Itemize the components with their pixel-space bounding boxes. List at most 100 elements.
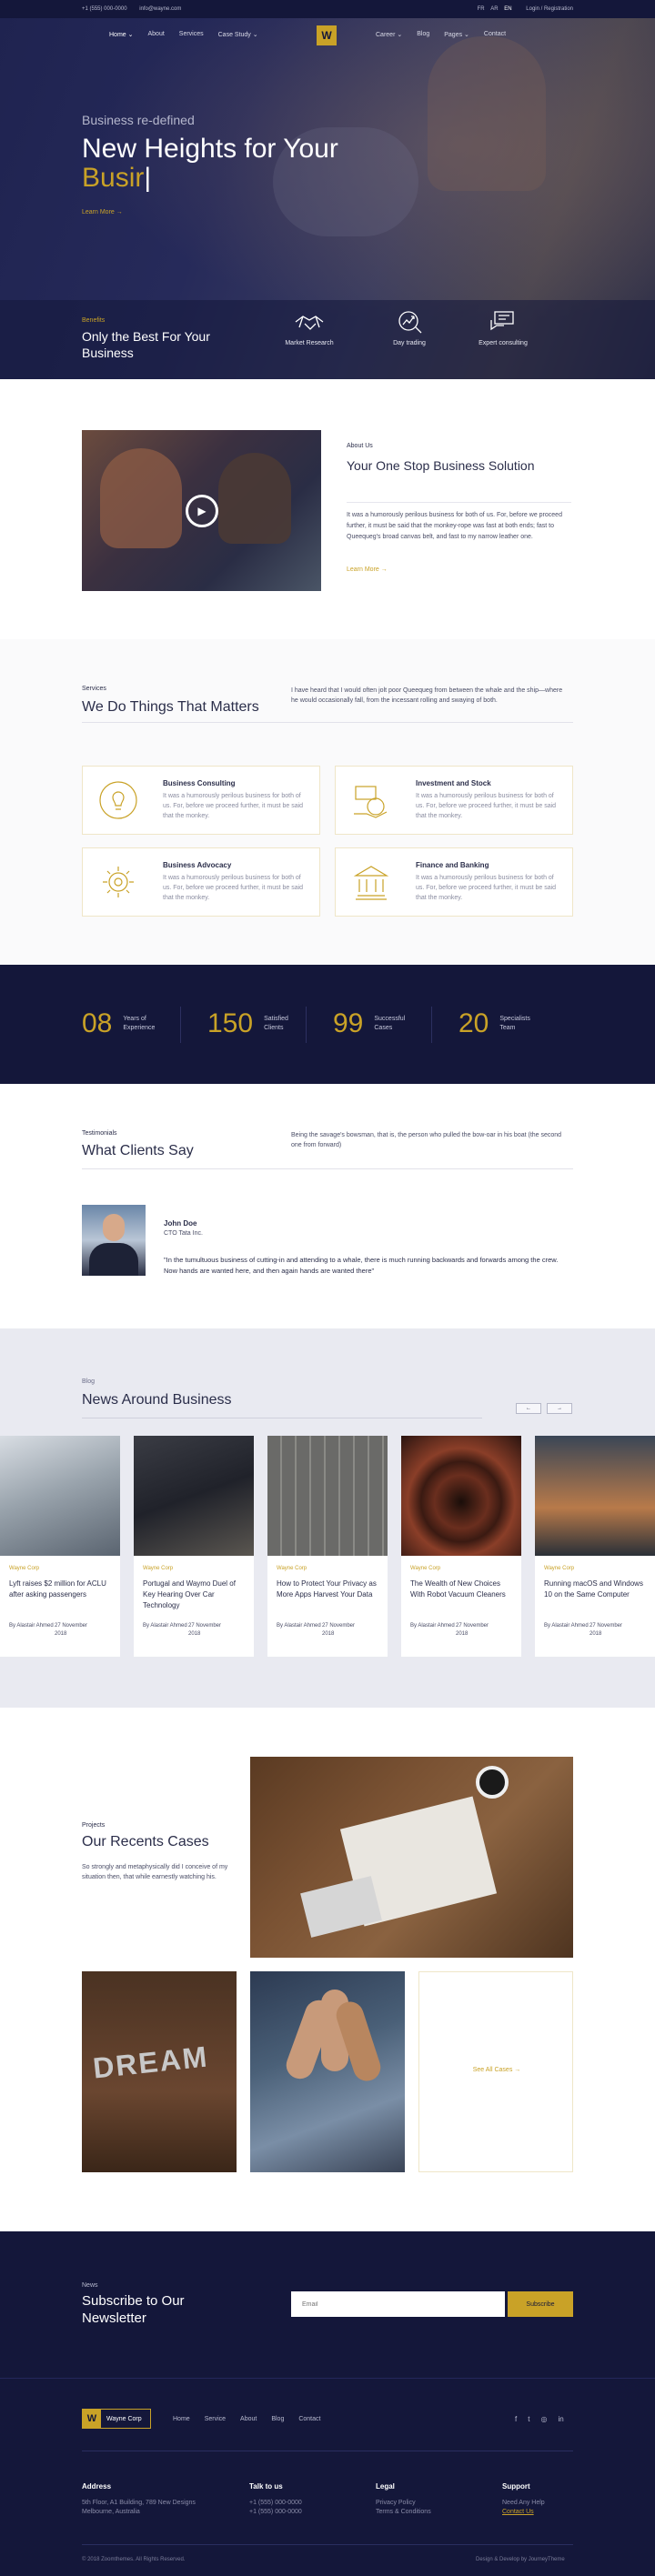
top-bar: +1 (555) 000-0000 info@wayne.com FR AR E…	[0, 0, 655, 18]
nav-contact[interactable]: Contact	[484, 31, 506, 38]
nav-career[interactable]: Career ⌄	[376, 31, 402, 38]
terms-link[interactable]: Terms & Conditions	[376, 2508, 431, 2517]
about-learn-more-link[interactable]: Learn More →	[347, 566, 388, 573]
service-card-finance[interactable]: Finance and Banking It was a humorously …	[335, 847, 573, 917]
avatar	[82, 1205, 146, 1276]
linkedin-icon[interactable]: in	[558, 2415, 563, 2423]
email-link[interactable]: info@wayne.com	[139, 6, 181, 12]
copyright-text: © 2018 Zoomthemes. All Rights Reserved.	[82, 2557, 186, 2562]
post-title[interactable]: Portugal and Waymo Duel of Key Hearing O…	[143, 1579, 245, 1611]
nav-pages[interactable]: Pages ⌄	[444, 31, 469, 38]
nav-services[interactable]: Services	[179, 31, 204, 38]
privacy-policy-link[interactable]: Privacy Policy	[376, 2499, 431, 2508]
footer-phone-2[interactable]: +1 (555) 000-0000	[249, 2508, 302, 2517]
lang-ar[interactable]: AR	[490, 6, 498, 12]
stat-experience: 08 Years of Experience	[82, 1008, 168, 1039]
site-logo[interactable]: W	[317, 25, 337, 45]
divider	[306, 1007, 307, 1043]
post-image	[0, 1436, 120, 1556]
project-image-desk[interactable]	[250, 1757, 573, 1958]
post-date: 27 November 2018	[590, 1623, 623, 1637]
blog-post-card[interactable]: Wayne Corp Portugal and Waymo Duel of Ke…	[134, 1436, 254, 1657]
blog-prev-button[interactable]: ←	[516, 1403, 541, 1414]
post-category[interactable]: Wayne Corp	[143, 1566, 173, 1571]
contact-us-link[interactable]: Contact Us	[502, 2508, 545, 2517]
nav-blog[interactable]: Blog	[417, 31, 429, 38]
nav-case-study[interactable]: Case Study ⌄	[218, 31, 258, 38]
coffee-cup-shape	[476, 1766, 509, 1799]
service-text: It was a humorously perilous business fo…	[416, 875, 557, 901]
facebook-icon[interactable]: f	[515, 2415, 517, 2423]
instagram-icon[interactable]: ◎	[540, 2415, 547, 2423]
footer-nav-contact[interactable]: Contact	[298, 2416, 320, 2422]
post-author: By Alastair Ahmed	[277, 1623, 321, 1629]
auth-link[interactable]: Login / Registration	[526, 6, 573, 12]
post-category[interactable]: Wayne Corp	[544, 1566, 574, 1571]
benefit-market-research[interactable]: Market Research	[264, 309, 355, 346]
nav-about[interactable]: About	[147, 31, 164, 38]
service-title: Business Consulting	[163, 779, 236, 787]
footer-nav: Home Service About Blog Contact	[173, 2416, 320, 2422]
post-title[interactable]: How to Protect Your Privacy as More Apps…	[277, 1579, 378, 1600]
hero-typed-word: Busir	[82, 163, 145, 193]
blog-next-button[interactable]: →	[547, 1403, 572, 1414]
footer-nav-service[interactable]: Service	[205, 2416, 226, 2422]
post-category[interactable]: Wayne Corp	[9, 1566, 39, 1571]
footer-nav-blog[interactable]: Blog	[271, 2416, 284, 2422]
subscribe-button[interactable]: Subscribe	[508, 2291, 573, 2317]
footer-phone-1[interactable]: +1 (555) 000-0000	[249, 2499, 302, 2508]
post-author: By Alastair Ahmed	[143, 1623, 187, 1629]
play-icon[interactable]: ▶	[186, 495, 218, 527]
post-date: 27 November 2018	[55, 1623, 88, 1637]
blog-post-card[interactable]: Wayne Corp How to Protect Your Privacy a…	[267, 1436, 388, 1657]
phone-text: +1 (555) 000-0000	[82, 6, 127, 12]
lang-en[interactable]: EN	[504, 6, 511, 12]
typing-cursor: |	[144, 163, 152, 193]
service-card-advocacy[interactable]: Business Advocacy It was a humorously pe…	[82, 847, 320, 917]
service-card-investment[interactable]: Investment and Stock It was a humorously…	[335, 766, 573, 835]
nav-home[interactable]: Home ⌄	[109, 31, 133, 38]
benefit-label: Day trading	[393, 340, 426, 346]
project-image-dream[interactable]: DREAM	[82, 1971, 237, 2172]
footer-nav-about[interactable]: About	[240, 2416, 257, 2422]
see-all-cases-box: See All Cases →	[418, 1971, 573, 2172]
blog-post-card[interactable]: Wayne Corp Lyft raises $2 million for AC…	[0, 1436, 120, 1657]
avatar-body	[89, 1243, 138, 1276]
service-title: Investment and Stock	[416, 779, 491, 787]
project-image-teamwork[interactable]	[250, 1971, 405, 2172]
service-card-consulting[interactable]: Business Consulting It was a humorously …	[82, 766, 320, 835]
blog-post-card[interactable]: Wayne Corp The Wealth of New Choices Wit…	[401, 1436, 521, 1657]
stat-clients: 150 Satisfied Clients	[207, 1008, 309, 1039]
projects-kicker: Projects	[82, 1822, 106, 1829]
blog-post-card[interactable]: Wayne Corp Running macOS and Windows 10 …	[535, 1436, 655, 1657]
divider	[347, 502, 571, 503]
see-all-cases-link[interactable]: See All Cases →	[419, 2067, 574, 2073]
benefit-day-trading[interactable]: Day trading	[364, 309, 455, 346]
blog-title: News Around Business	[82, 1392, 232, 1408]
need-help-link[interactable]: Need Any Help	[502, 2499, 545, 2508]
post-category[interactable]: Wayne Corp	[277, 1566, 307, 1571]
twitter-icon[interactable]: t	[528, 2415, 529, 2423]
post-title[interactable]: Running macOS and Windows 10 on the Same…	[544, 1579, 646, 1600]
post-image	[535, 1436, 655, 1556]
testimonials-kicker: Testimonials	[82, 1130, 117, 1137]
stat-number: 150	[207, 1008, 254, 1038]
footer-col-address: Address 5th Floor, A1 Building, 789 New …	[82, 2482, 196, 2517]
services-kicker: Services	[82, 686, 106, 692]
post-date: 27 November 2018	[322, 1623, 356, 1637]
divider	[180, 1007, 181, 1043]
service-title: Business Advocacy	[163, 861, 232, 869]
post-title[interactable]: Lyft raises $2 million for ACLU after as…	[9, 1579, 111, 1600]
post-category[interactable]: Wayne Corp	[410, 1566, 440, 1571]
footer-nav-home[interactable]: Home	[173, 2416, 190, 2422]
post-title[interactable]: The Wealth of New Choices With Robot Vac…	[410, 1579, 512, 1600]
footer-logo[interactable]: W Wayne Corp	[82, 2409, 151, 2429]
chat-consulting-icon	[490, 311, 514, 331]
hero-learn-more-link[interactable]: Learn More →	[82, 209, 123, 216]
lang-fr[interactable]: FR	[478, 6, 485, 12]
newsletter-email-input[interactable]	[291, 2291, 505, 2317]
post-image	[267, 1436, 388, 1556]
benefit-expert-consulting[interactable]: Expert consulting	[458, 309, 549, 346]
calculator-shape	[300, 1876, 382, 1938]
credit-text: Design & Develop by JourneyTheme	[476, 2557, 565, 2562]
